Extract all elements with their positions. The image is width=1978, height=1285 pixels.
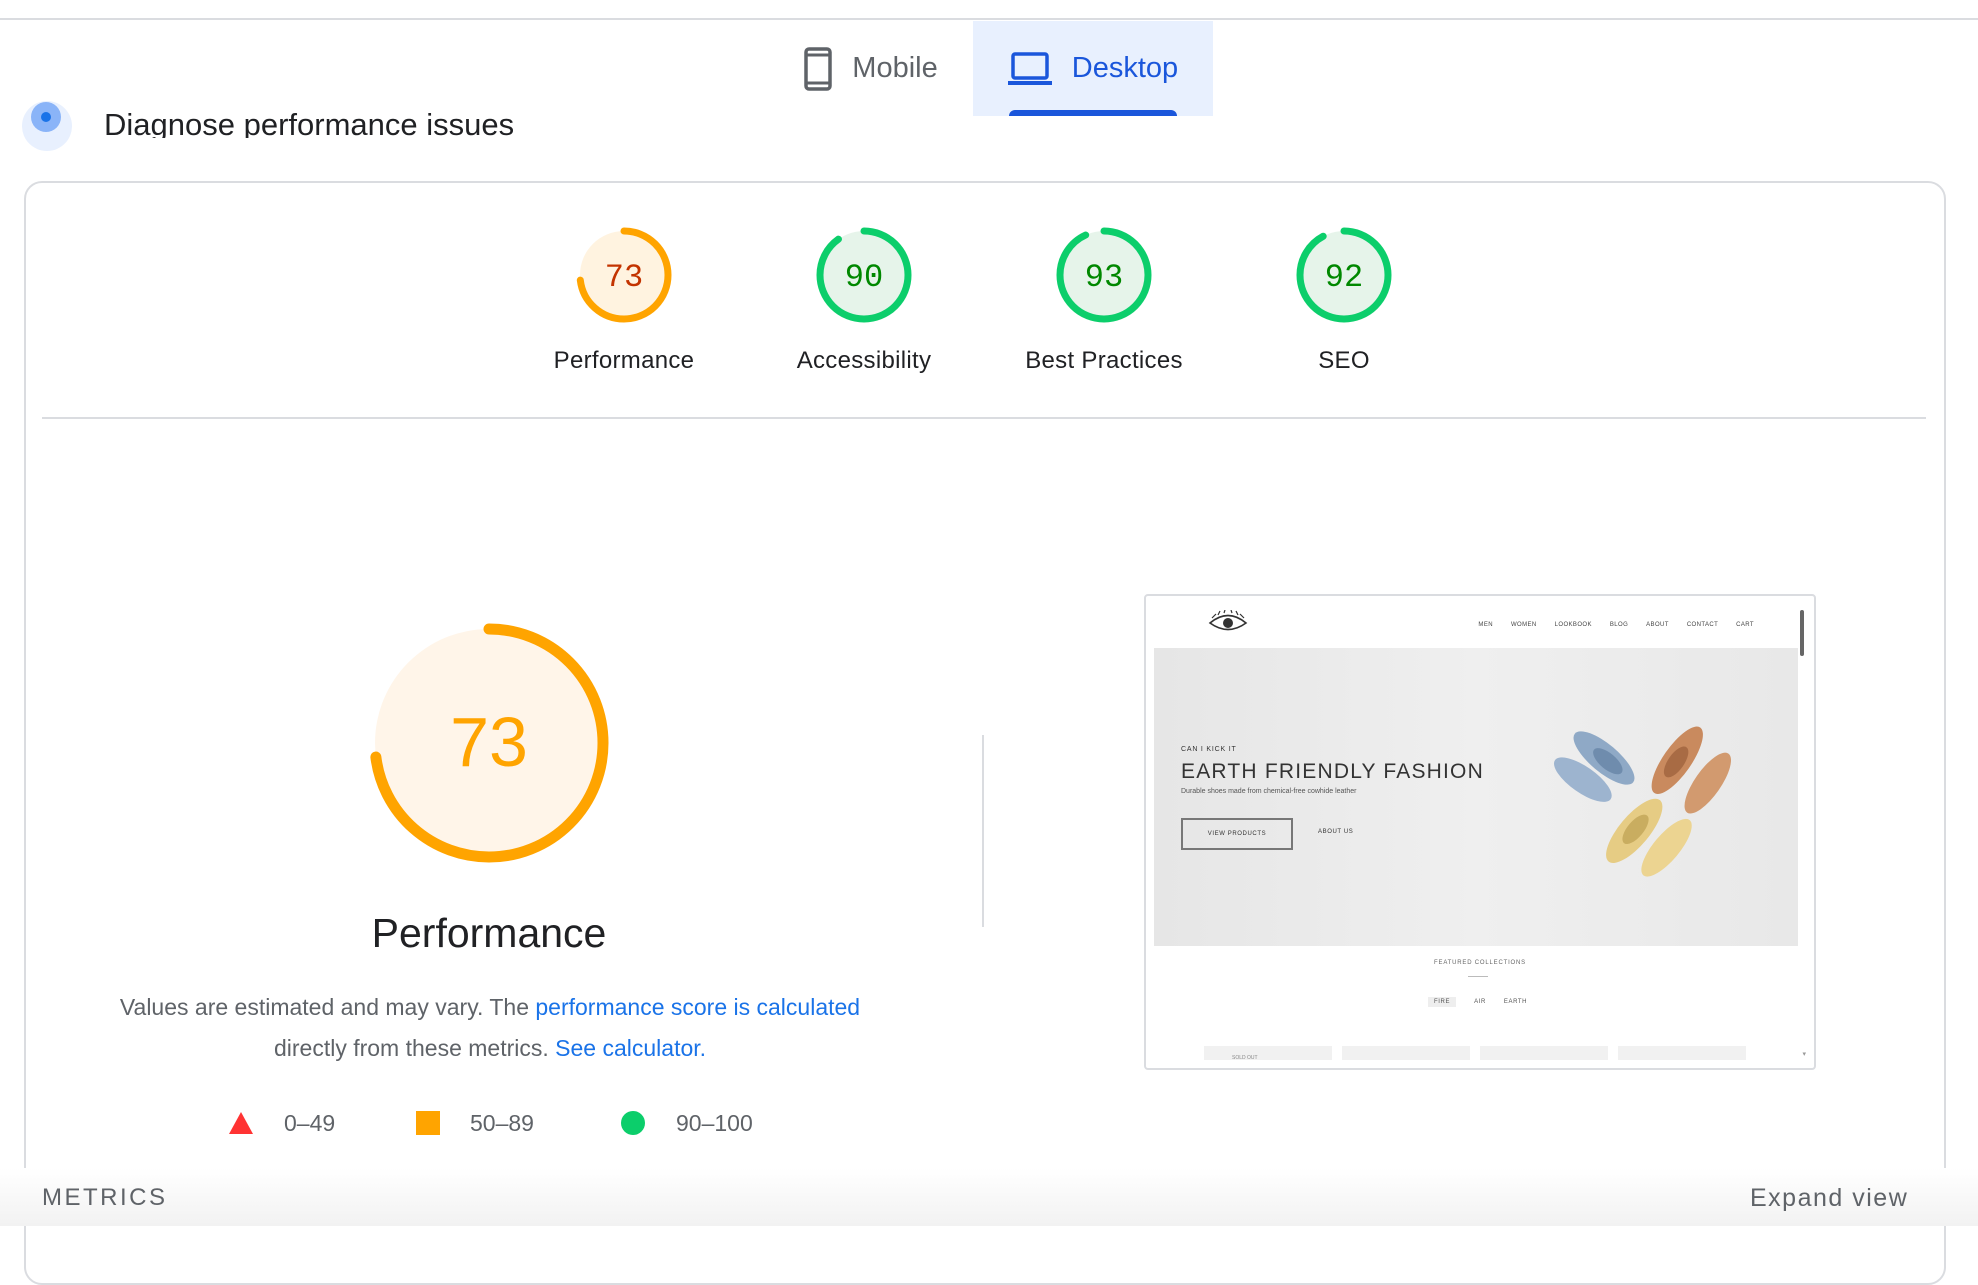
screenshot-hero: CAN I KICK IT EARTH FRIENDLY FASHION Dur…	[1154, 648, 1798, 946]
see-calculator-link[interactable]: See calculator.	[555, 1035, 706, 1061]
eye-logo-icon	[1208, 610, 1248, 631]
score-label: Best Practices	[1025, 347, 1183, 374]
score-label: SEO	[1318, 347, 1370, 374]
performance-score-link[interactable]: performance score is calculated	[535, 994, 860, 1020]
screenshot-headline: EARTH FRIENDLY FASHION	[1181, 760, 1484, 783]
tab-desktop-label: Desktop	[1071, 52, 1179, 84]
top-divider	[0, 18, 1978, 20]
score-gauge-seo[interactable]: 92 SEO	[1234, 225, 1454, 375]
screenshot-nav: MEN WOMEN LOOKBOOK BLOG ABOUT CONTACT CA…	[1478, 622, 1754, 628]
performance-score-large: 73	[450, 703, 528, 781]
shoes-image	[1554, 726, 1732, 877]
expand-view-button[interactable]: Expand view	[1750, 1184, 1908, 1213]
score-value: 93	[1085, 259, 1123, 296]
legend-average: 50–89	[416, 1106, 534, 1140]
diagnose-icon	[22, 101, 72, 151]
metrics-header	[0, 1168, 1978, 1226]
score-gauge-performance[interactable]: 73 Performance	[514, 225, 734, 375]
scroll-down-icon: ▾	[1802, 1051, 1806, 1058]
laptop-icon	[1007, 51, 1052, 85]
score-value: 73	[605, 259, 643, 296]
screenshot-scrollbar	[1800, 610, 1804, 656]
performance-description: Values are estimated and may vary. The p…	[119, 994, 861, 1061]
score-label: Accessibility	[796, 347, 932, 374]
metrics-label: METRICS	[42, 1184, 168, 1211]
final-screenshot[interactable]: MEN WOMEN LOOKBOOK BLOG ABOUT CONTACT CA…	[1144, 594, 1816, 1070]
screenshot-product-tiles	[1204, 1046, 1746, 1060]
phone-icon	[804, 46, 833, 91]
score-label: Performance	[553, 347, 695, 374]
screenshot-filters: FIRE AIR EARTH	[1428, 997, 1527, 1007]
section-title: Diagnose performance issues	[104, 107, 515, 138]
gauge-ring: 73	[576, 227, 672, 323]
circle-icon	[621, 1111, 645, 1135]
legend-fail: 0–49	[228, 1106, 335, 1140]
score-gauge-accessibility[interactable]: 90 Accessibility	[754, 225, 974, 375]
tab-mobile[interactable]: Mobile	[770, 21, 972, 116]
gauge-ring: 92	[1296, 227, 1392, 323]
card-divider	[42, 417, 1926, 419]
tab-mobile-label: Mobile	[852, 52, 938, 84]
score-value: 92	[1325, 259, 1363, 296]
performance-title: Performance	[371, 910, 607, 956]
square-icon	[416, 1111, 440, 1135]
score-value: 90	[845, 259, 883, 296]
performance-gauge-large: 73	[369, 623, 609, 863]
tab-desktop[interactable]: Desktop	[973, 21, 1213, 116]
legend-pass: 90–100	[620, 1106, 753, 1140]
gauge-ring: 93	[1056, 227, 1152, 323]
vertical-divider	[982, 735, 984, 927]
triangle-icon	[229, 1112, 253, 1134]
gauge-ring: 90	[816, 227, 912, 323]
active-tab-indicator	[1009, 110, 1177, 116]
screenshot-view-products-button: VIEW PRODUCTS	[1181, 818, 1293, 850]
score-gauge-best-practices[interactable]: 93 Best Practices	[994, 225, 1214, 375]
